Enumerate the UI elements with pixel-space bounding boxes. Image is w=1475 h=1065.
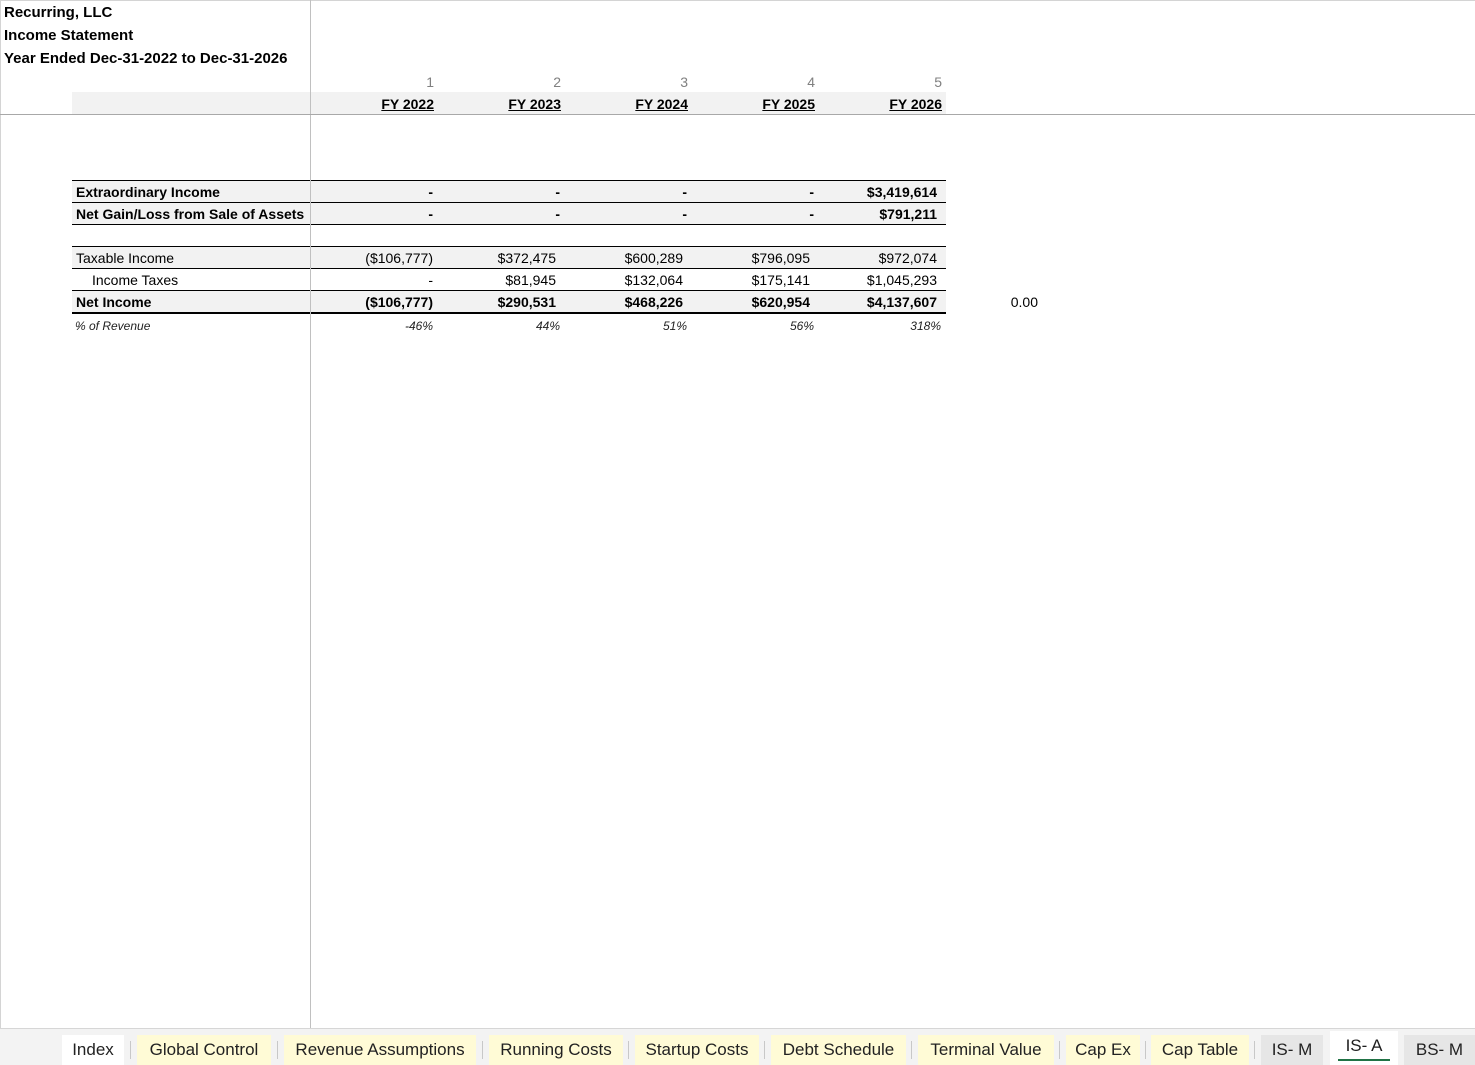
cell-value: $791,211	[879, 206, 937, 222]
tab-separator	[1059, 1041, 1060, 1059]
cell-value: -	[682, 206, 687, 222]
column-number[interactable]: 5	[882, 74, 942, 90]
freeze-pane-vertical	[310, 0, 311, 1028]
tab-terminal-value[interactable]: Terminal Value	[918, 1035, 1054, 1065]
cell-value: $175,141	[751, 272, 810, 288]
tab-is-a[interactable]: IS- A	[1330, 1031, 1398, 1065]
row-percent-of-revenue[interactable]: % of Revenue -46% 44% 51% 56% 318%	[72, 316, 946, 338]
tab-cap-ex[interactable]: Cap Ex	[1066, 1035, 1140, 1065]
cell-value: -	[682, 184, 687, 200]
year-header[interactable]: FY 2025	[735, 96, 815, 112]
row-label: Net Income	[76, 294, 152, 310]
cell-value: $972,074	[878, 250, 937, 266]
column-number[interactable]: 1	[374, 74, 434, 90]
row-label: Extraordinary Income	[76, 184, 220, 200]
cell-value: $81,945	[505, 272, 556, 288]
row-label: Net Gain/Loss from Sale of Assets	[76, 206, 305, 222]
row-label: Income Taxes	[92, 272, 179, 288]
cell-value: $620,954	[751, 294, 810, 310]
tab-is-m[interactable]: IS- M	[1261, 1035, 1323, 1065]
cell-value: -	[428, 184, 433, 200]
tab-revenue-assumptions[interactable]: Revenue Assumptions	[284, 1035, 476, 1065]
cell-value: 44%	[535, 319, 560, 333]
tab-separator	[482, 1041, 483, 1059]
year-header[interactable]: FY 2026	[862, 96, 942, 112]
cell-value: 51%	[662, 319, 687, 333]
row-income-taxes[interactable]: Income Taxes - $81,945 $132,064 $175,141…	[72, 269, 946, 291]
cell-value: $1,045,293	[866, 272, 937, 288]
tab-separator	[764, 1041, 765, 1059]
column-number[interactable]: 4	[755, 74, 815, 90]
year-header[interactable]: FY 2022	[354, 96, 434, 112]
tab-separator	[130, 1041, 131, 1059]
cell-value: -	[555, 206, 560, 222]
cell-value: -	[428, 272, 433, 288]
cell-value: $132,064	[624, 272, 683, 288]
active-tab-underline	[1338, 1059, 1390, 1061]
tab-separator	[1254, 1041, 1255, 1059]
grid-top-border	[0, 0, 1475, 1]
tab-debt-schedule[interactable]: Debt Schedule	[771, 1035, 906, 1065]
cell-value: 56%	[789, 319, 814, 333]
row-extraordinary-income[interactable]: Extraordinary Income - - - - $3,419,614	[72, 181, 946, 203]
tab-global-control[interactable]: Global Control	[137, 1035, 271, 1065]
tab-index[interactable]: Index	[62, 1035, 124, 1065]
tab-separator	[911, 1041, 912, 1059]
year-header[interactable]: FY 2024	[608, 96, 688, 112]
period-title[interactable]: Year Ended Dec-31-2022 to Dec-31-2026	[4, 50, 287, 67]
cell-value: ($106,777)	[365, 250, 433, 266]
tab-separator	[628, 1041, 629, 1059]
cell-value: -46%	[404, 319, 433, 333]
tab-is-a-label: IS- A	[1345, 1036, 1383, 1055]
row-border	[72, 224, 946, 225]
tab-bs-m[interactable]: BS- M	[1404, 1035, 1475, 1065]
tab-running-costs[interactable]: Running Costs	[489, 1035, 623, 1065]
check-value[interactable]: 0.00	[960, 294, 1038, 310]
spreadsheet-grid[interactable]: Recurring, LLC Income Statement Year End…	[0, 0, 1475, 1028]
cell-value: 318%	[910, 319, 941, 333]
row-taxable-income[interactable]: Taxable Income ($106,777) $372,475 $600,…	[72, 247, 946, 269]
cell-value: -	[428, 206, 433, 222]
row-net-gain-loss[interactable]: Net Gain/Loss from Sale of Assets - - - …	[72, 203, 946, 225]
grid-left-border	[0, 0, 1, 1028]
row-label: Taxable Income	[76, 250, 175, 266]
cell-value: ($106,777)	[365, 294, 433, 310]
cell-value: $290,531	[497, 294, 556, 310]
tab-cap-table[interactable]: Cap Table	[1151, 1035, 1249, 1065]
cell-value: $600,289	[624, 250, 683, 266]
cell-value: $3,419,614	[866, 184, 937, 200]
sheet-tab-bar: Index Global Control Revenue Assumptions…	[0, 1028, 1475, 1065]
tab-separator	[1145, 1041, 1146, 1059]
column-number[interactable]: 3	[628, 74, 688, 90]
cell-value: -	[809, 206, 814, 222]
statement-title[interactable]: Income Statement	[4, 27, 133, 44]
row-net-income[interactable]: Net Income ($106,777) $290,531 $468,226 …	[72, 291, 946, 313]
cell-value: $796,095	[751, 250, 810, 266]
freeze-pane-horizontal	[0, 114, 1475, 115]
year-header[interactable]: FY 2023	[481, 96, 561, 112]
cell-value: $468,226	[624, 294, 683, 310]
cell-value: $372,475	[497, 250, 556, 266]
tab-separator	[277, 1041, 278, 1059]
row-border-double	[72, 312, 946, 314]
company-name[interactable]: Recurring, LLC	[4, 4, 112, 21]
cell-value: $4,137,607	[866, 294, 937, 310]
row-label: % of Revenue	[75, 319, 151, 333]
cell-value: -	[809, 184, 814, 200]
cell-value: -	[555, 184, 560, 200]
tab-startup-costs[interactable]: Startup Costs	[635, 1035, 759, 1065]
column-number[interactable]: 2	[501, 74, 561, 90]
